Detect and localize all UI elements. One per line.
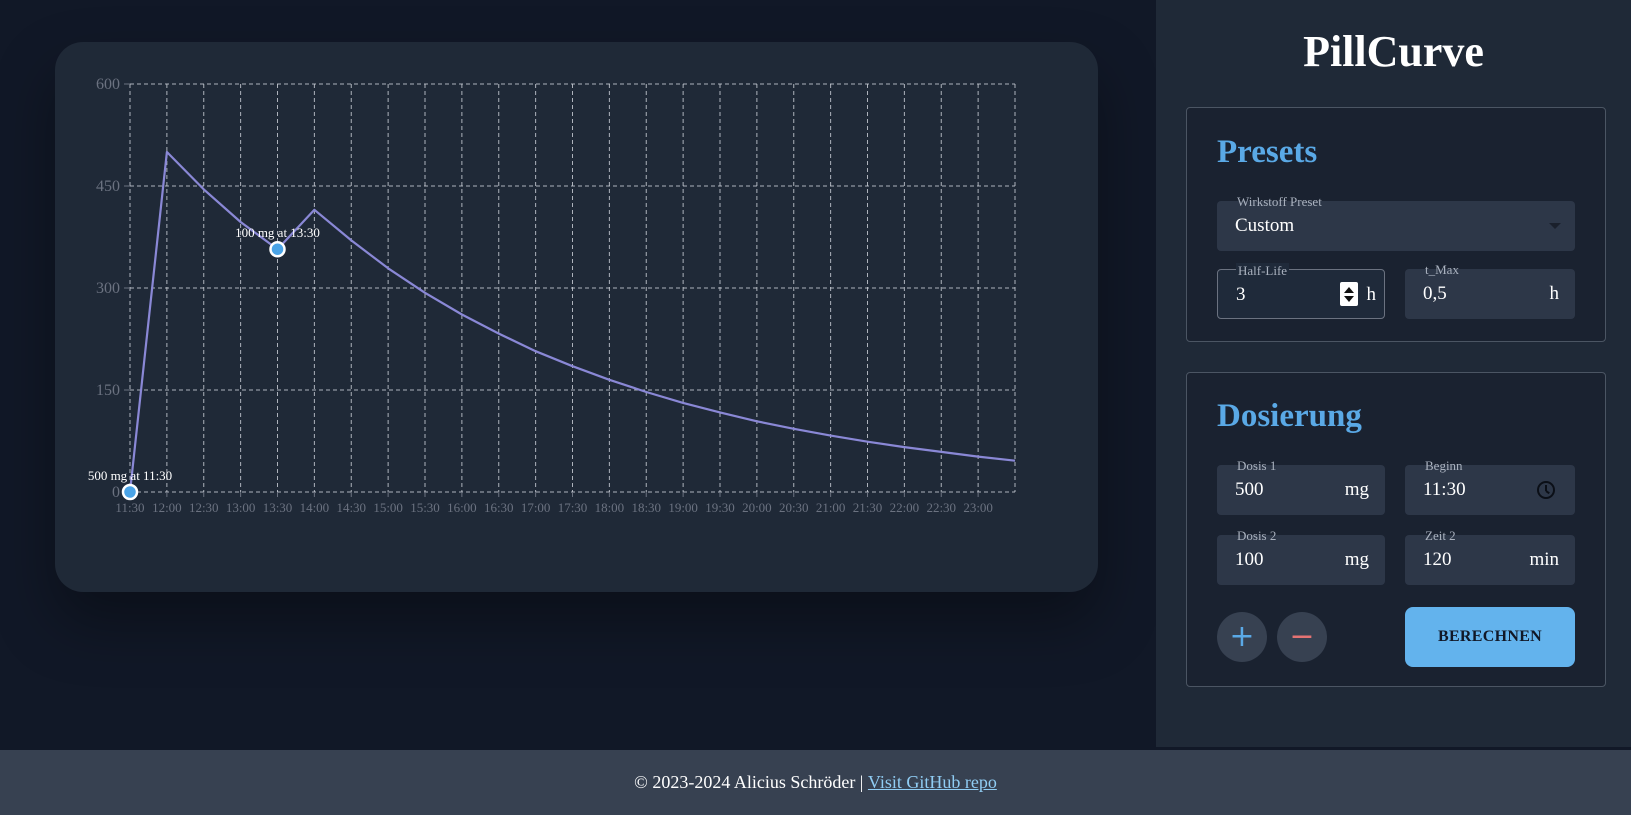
x-tick-label: 23:00 (963, 500, 993, 515)
dose1-value: 500 (1235, 479, 1264, 500)
x-tick-label: 13:00 (226, 500, 256, 515)
substance-preset-value: Custom (1235, 215, 1295, 236)
x-tick-label: 22:00 (890, 500, 920, 515)
tmax-input[interactable]: t_Max 0,5 h (1405, 262, 1575, 319)
chevron-down-icon[interactable] (1549, 223, 1561, 229)
dose2-label: Dosis 2 (1237, 528, 1277, 543)
x-tick-label: 18:30 (631, 500, 661, 515)
x-tick-label: 11:30 (115, 500, 144, 515)
dose2-value: 100 (1235, 549, 1264, 570)
y-tick-label: 300 (96, 280, 120, 297)
x-tick-label: 16:00 (447, 500, 477, 515)
x-tick-label: 21:00 (816, 500, 846, 515)
y-tick-label: 600 (96, 76, 120, 93)
calculate-button[interactable]: BERECHNEN (1405, 607, 1575, 667)
time2-input[interactable]: Zeit 2 120 min (1405, 528, 1575, 585)
chart-card: 0 150 300 450 600 11:30 12:00 12:30 13:00 13:30 14… (55, 42, 1098, 592)
dose2-unit: mg (1344, 549, 1369, 570)
dose1-label: Dosis 1 (1237, 458, 1277, 473)
dose-marker (121, 483, 139, 501)
presets-panel: Presets Wirkstoff Preset Custom Half-Lif… (1186, 107, 1606, 342)
dose-annotation: 500 mg at 11:30 (88, 468, 172, 483)
x-tick-label: 12:30 (189, 500, 219, 515)
x-tick-label: 15:30 (410, 500, 440, 515)
remove-dose-button[interactable]: − (1277, 612, 1327, 662)
number-stepper-icon[interactable] (1340, 282, 1358, 306)
half-life-unit: h (1366, 284, 1377, 305)
footer: © 2023-2024 Alicius Schröder | Visit Git… (0, 750, 1631, 815)
dosing-panel: Dosierung Dosis 1 500 mg Beginn 11:30 Do… (1186, 372, 1606, 687)
start-time-value: 11:30 (1423, 479, 1466, 500)
x-tick-label: 12:00 (152, 500, 182, 515)
x-tick-label: 17:30 (558, 500, 588, 515)
add-dose-button[interactable]: + (1217, 612, 1267, 662)
half-life-value: 3 (1236, 284, 1246, 305)
y-tick-label: 450 (96, 178, 120, 195)
x-tick-label: 19:00 (668, 500, 698, 515)
main-area: 0 150 300 450 600 11:30 12:00 12:30 13:00 13:30 14… (0, 0, 1156, 750)
tmax-value: 0,5 (1423, 283, 1447, 304)
x-tick-label: 15:00 (373, 500, 403, 515)
x-tick-label: 16:30 (484, 500, 514, 515)
dose-annotation: 100 mg at 13:30 (235, 225, 320, 240)
sidebar: PillCurve Presets Wirkstoff Preset Custo… (1156, 0, 1631, 747)
dose2-input[interactable]: Dosis 2 100 mg (1217, 528, 1385, 585)
x-tick-label: 17:00 (521, 500, 551, 515)
footer-copyright: © 2023-2024 Alicius Schröder | (634, 772, 864, 792)
app-title: PillCurve (1303, 27, 1484, 76)
x-tick-label: 14:30 (336, 500, 366, 515)
concentration-chart: 0 150 300 450 600 11:30 12:00 12:30 13:00 13:30 14… (88, 76, 1016, 515)
clock-icon[interactable] (1537, 481, 1555, 499)
dose-marker (269, 240, 286, 258)
x-tick-label: 20:30 (779, 500, 809, 515)
half-life-input[interactable]: Half-Life 3 h (1217, 263, 1385, 319)
x-tick-label: 13:30 (263, 500, 293, 515)
start-time-label: Beginn (1425, 458, 1463, 473)
dose1-input[interactable]: Dosis 1 500 mg (1217, 458, 1385, 515)
x-tick-label: 18:00 (595, 500, 625, 515)
dosing-heading: Dosierung (1217, 398, 1362, 434)
x-tick-label: 21:30 (853, 500, 883, 515)
tmax-label: t_Max (1425, 262, 1459, 277)
github-link[interactable]: Visit GitHub repo (868, 772, 997, 793)
substance-preset-label: Wirkstoff Preset (1237, 194, 1322, 209)
x-tick-label: 19:30 (705, 500, 735, 515)
y-tick-label: 0 (112, 484, 120, 501)
time2-unit: min (1529, 549, 1559, 570)
y-tick-label: 150 (96, 382, 120, 399)
substance-preset-select[interactable]: Wirkstoff Preset Custom (1217, 194, 1575, 251)
x-tick-label: 20:00 (742, 500, 772, 515)
time2-value: 120 (1423, 549, 1452, 570)
presets-heading: Presets (1217, 134, 1318, 170)
tmax-unit: h (1549, 283, 1560, 304)
time2-label: Zeit 2 (1425, 528, 1456, 543)
dose1-unit: mg (1344, 479, 1369, 500)
x-tick-label: 14:00 (300, 500, 330, 515)
x-tick-label: 22:30 (926, 500, 956, 515)
start-time-input[interactable]: Beginn 11:30 (1405, 458, 1575, 515)
half-life-label: Half-Life (1236, 263, 1290, 279)
